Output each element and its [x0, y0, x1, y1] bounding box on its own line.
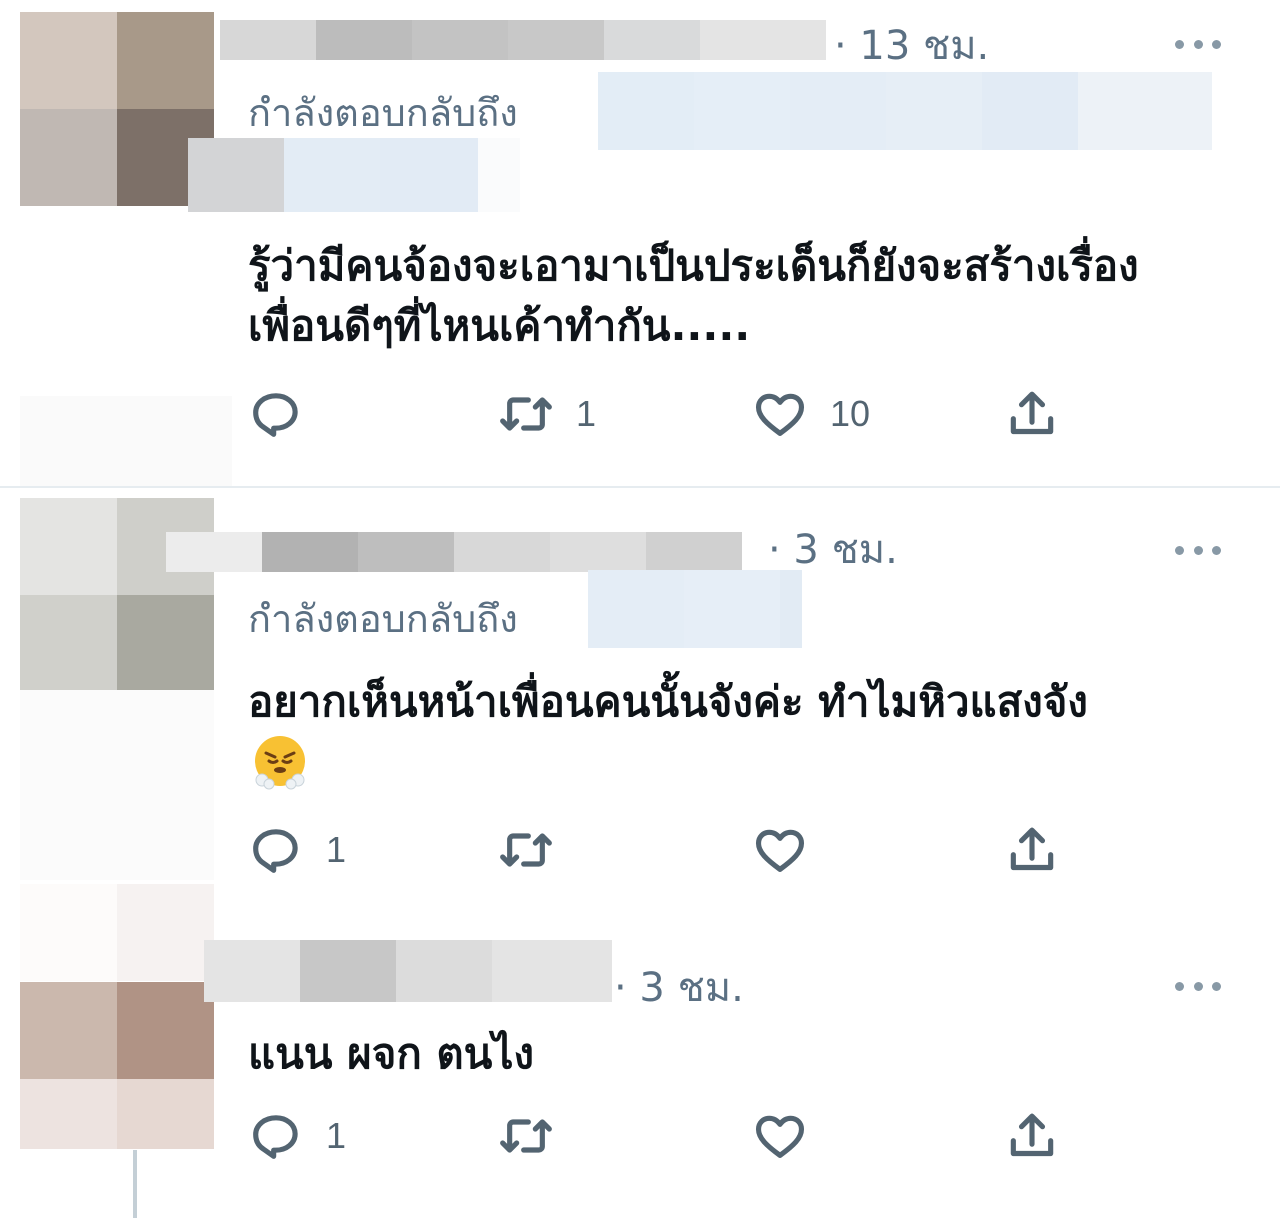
replying-to-label: กำลังตอบกลับถึง	[248, 597, 518, 641]
retweet-icon	[500, 1119, 552, 1153]
share-icon	[1010, 391, 1054, 435]
share-icon	[1010, 827, 1054, 871]
thread-line	[133, 1150, 137, 1218]
avatar[interactable]	[20, 982, 214, 1149]
tweet-timestamp[interactable]: · 3 ชม.	[768, 526, 898, 574]
more-icon[interactable]	[1175, 980, 1221, 992]
retweet-icon	[500, 833, 552, 867]
tweet-text: อยากเห็นหน้าเพื่อนคนนั้นจังค่ะ ทำไมหิวแส…	[248, 677, 1088, 726]
reply-icon	[253, 393, 298, 437]
tweet-timestamp[interactable]: · 13 ชม.	[834, 22, 989, 70]
share-button[interactable]	[1004, 1108, 1060, 1164]
reply-count: 1	[326, 1115, 347, 1156]
share-icon	[1010, 1113, 1054, 1157]
like-button[interactable]	[752, 1108, 808, 1164]
heart-icon	[755, 829, 805, 872]
heart-icon	[755, 393, 805, 436]
retweet-icon	[500, 397, 552, 431]
reply-mention-censored[interactable]	[188, 138, 520, 212]
like-count: 10	[830, 393, 871, 434]
tweet-text: รู้ว่ามีคนจ้องจะเอามาเป็นประเด็นก็ยังจะส…	[248, 241, 1139, 350]
author-name-censored[interactable]	[220, 20, 826, 60]
heart-icon	[755, 1115, 805, 1158]
avatar[interactable]	[20, 498, 214, 692]
avatar[interactable]	[20, 12, 214, 206]
more-icon[interactable]	[1175, 38, 1221, 50]
replying-to-label: กำลังตอบกลับถึง	[248, 91, 518, 135]
retweet-button[interactable]	[498, 1108, 554, 1164]
retweet-count: 1	[576, 393, 597, 434]
retweet-button[interactable]: 1	[498, 386, 596, 442]
reply-button[interactable]	[248, 386, 304, 442]
author-name-censored[interactable]	[204, 940, 612, 1002]
reply-button[interactable]: 1	[248, 822, 346, 878]
like-button[interactable]: 10	[752, 386, 870, 442]
tweet-timestamp[interactable]: · 3 ชม.	[614, 964, 744, 1012]
face-with-steam-from-nose-icon	[255, 736, 305, 790]
left-gutter-fade	[20, 690, 214, 880]
reply-mention-censored[interactable]	[598, 72, 1212, 150]
reply-mention-censored[interactable]	[588, 570, 802, 648]
reply-icon	[253, 829, 298, 873]
tweet-text: แนน ผจก ตนไง	[248, 1029, 535, 1078]
reply-icon	[253, 1115, 298, 1159]
author-name-censored[interactable]	[166, 532, 742, 572]
reply-count: 1	[326, 829, 347, 870]
like-button[interactable]	[752, 822, 808, 878]
tweet-divider	[0, 486, 1280, 488]
tweet-3[interactable]: · 3 ชม. แนน ผจก ตนไง 1	[0, 940, 1280, 1218]
more-icon[interactable]	[1175, 544, 1221, 556]
share-button[interactable]	[1004, 386, 1060, 442]
reply-button[interactable]: 1	[248, 1108, 346, 1164]
retweet-button[interactable]	[498, 822, 554, 878]
left-gutter-fade	[20, 396, 232, 486]
share-button[interactable]	[1004, 822, 1060, 878]
